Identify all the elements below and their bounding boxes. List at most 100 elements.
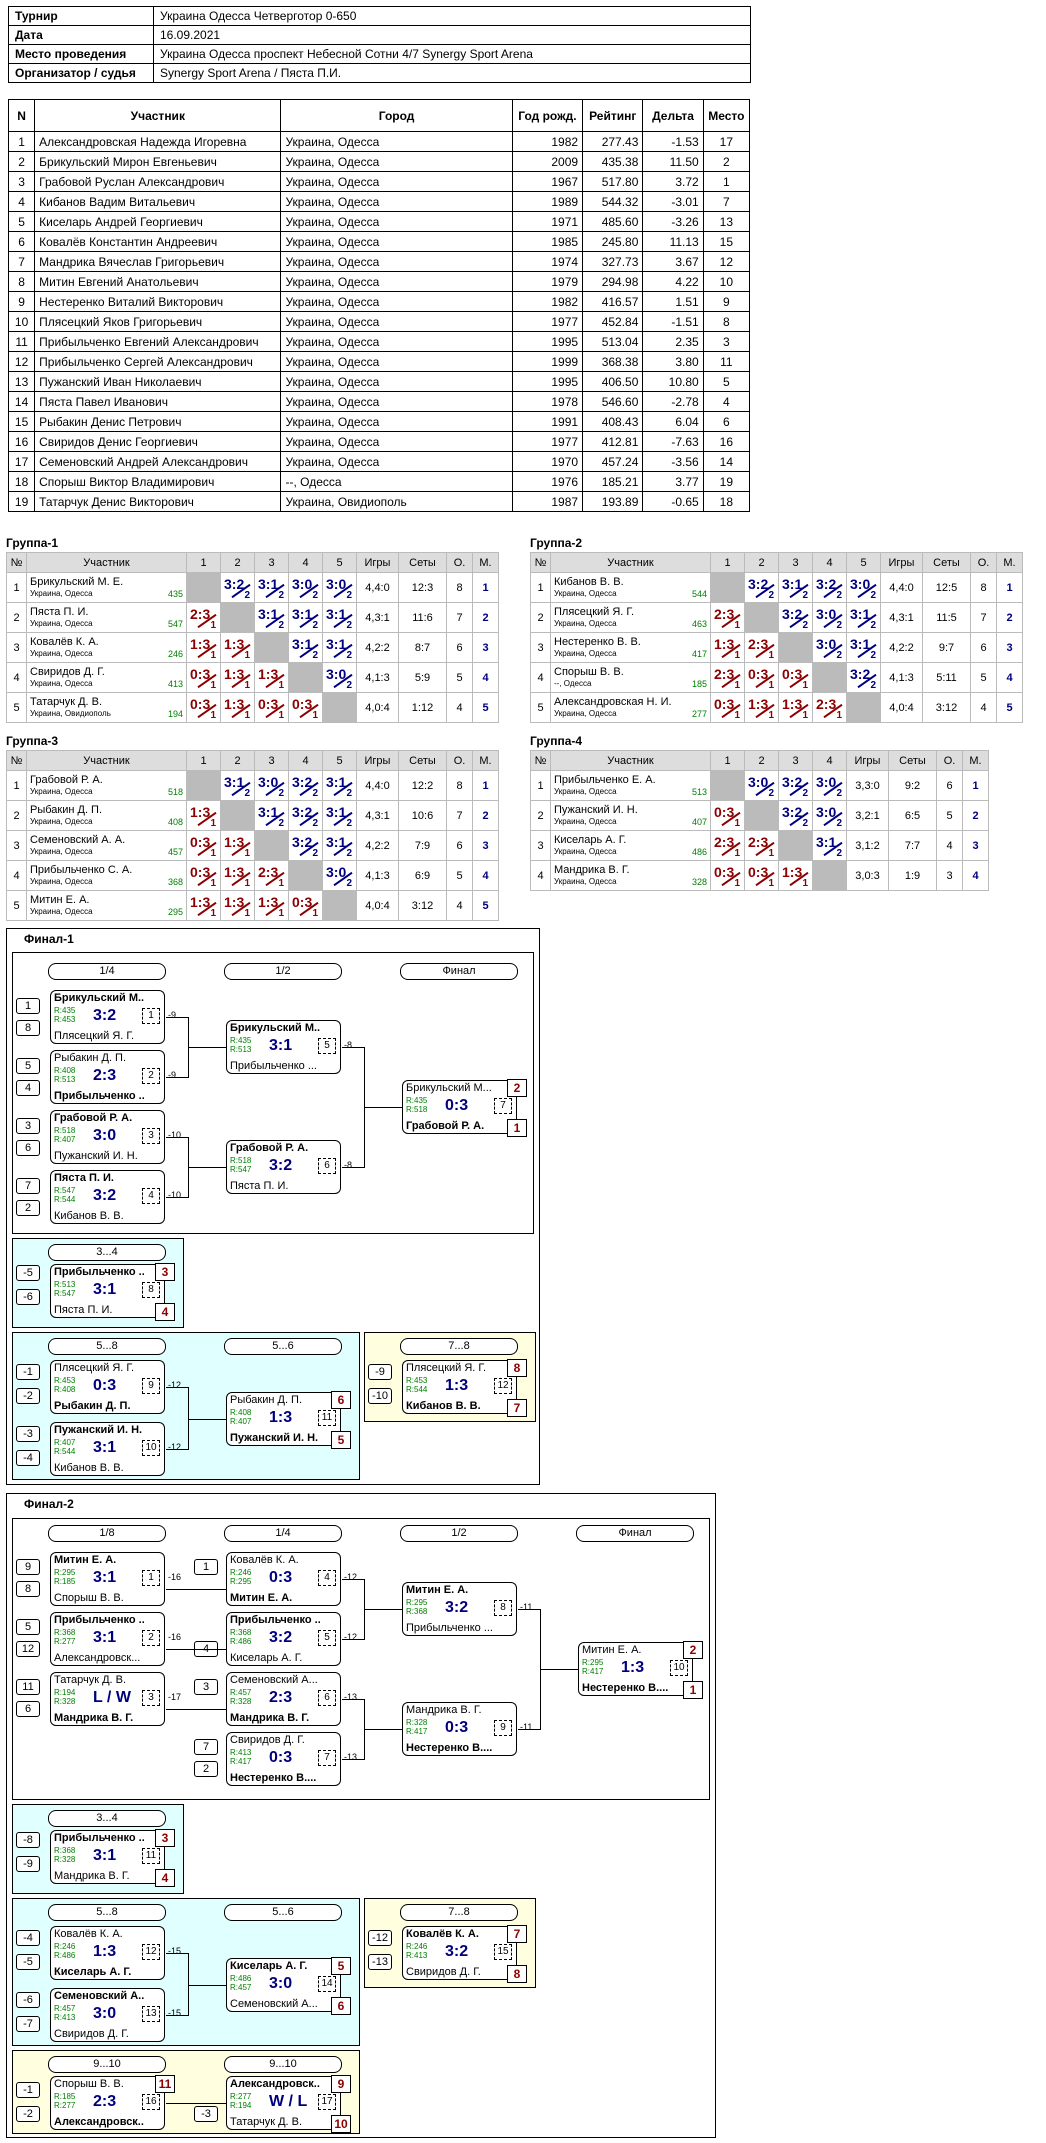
group-pts: 8 (446, 572, 473, 603)
final-title: Финал-1 (24, 932, 74, 946)
rating-bottom: R:417 (406, 1727, 428, 1736)
match-points: 2 (312, 848, 318, 859)
bracket-line (188, 1167, 226, 1168)
place-badge: 7 (507, 1925, 527, 1943)
seed-box: -2 (16, 1388, 40, 1404)
rating-top: R:453 (406, 1376, 428, 1385)
group-header: М. (472, 552, 499, 573)
participant-cell: 452.84 (582, 311, 644, 332)
player-rating: 518 (167, 787, 183, 797)
bracket-line (342, 1579, 364, 1580)
group-row-number: 3 (6, 830, 27, 861)
player-bottom: Мандрика В. Г. (54, 1712, 134, 1724)
seed-box: -4 (16, 1930, 40, 1946)
group-header: О. (446, 552, 473, 573)
group-result-cell: 3:2 2 (288, 800, 323, 831)
participant-cell: 513.04 (582, 331, 644, 352)
player-top: Рыбакин Д. П. (54, 1052, 127, 1064)
seed-box: -4 (16, 1450, 40, 1466)
group-row: 3 Нестеренко В. В. Украина, Одесса 417 1:3 1 2… (530, 632, 1023, 663)
group-header: № (6, 750, 27, 771)
match-points: 2 (870, 650, 876, 661)
rating-top: R:518 (54, 1126, 76, 1135)
match-box: Рыбакин Д. П. R:408 R:407 1:3 11 Пужанский И.… (226, 1391, 351, 1449)
player-city: Украина, Одесса (554, 816, 617, 826)
group-result-cell: 0:3 1 (744, 662, 779, 693)
seed-box: 1 (16, 998, 40, 1014)
seed-box: 5 (16, 1619, 40, 1635)
group-place: 2 (962, 800, 989, 831)
seed-box: 2 (194, 1761, 218, 1777)
group-self-cell (186, 770, 221, 801)
group-place: 5 (996, 692, 1023, 723)
match-number: 3 (142, 1690, 160, 1706)
participant-cell: 4 (7, 191, 36, 212)
group-pts: 5 (446, 662, 473, 693)
group-header: О. (970, 552, 997, 573)
group-place: 3 (472, 830, 499, 861)
group-self-cell (322, 692, 357, 723)
group-header: Участник (550, 750, 711, 771)
group-result-cell: 3:0 2 (254, 770, 289, 801)
group-row: 4 Прибыльченко С. А. Украина, Одесса 368 0:3… (6, 860, 499, 891)
seed-box: -5 (16, 1954, 40, 1970)
group-header: Сеты (398, 552, 447, 573)
group-self-cell (778, 830, 813, 861)
match-points: 1 (210, 710, 216, 721)
match-points: 2 (836, 620, 842, 631)
bracket-line (166, 2015, 188, 2016)
player-rating: 417 (691, 649, 707, 659)
group-pts: 7 (446, 602, 473, 633)
participant-cell: 485.60 (582, 211, 644, 232)
round-header: 5...6 (224, 1904, 342, 1921)
match-points: 1 (768, 650, 774, 661)
group-games: 4,4:0 (880, 572, 923, 603)
group-sets: 5:9 (398, 662, 447, 693)
rating-bottom: R:328 (54, 1855, 76, 1864)
info-key: Дата (8, 25, 154, 45)
player-top: Александровск... (230, 2078, 320, 2090)
participant-cell: 1.51 (642, 291, 704, 312)
player-top: Прибыльченко ... (54, 1266, 144, 1278)
match-points: 1 (210, 848, 216, 859)
match-points: 2 (802, 620, 808, 631)
match-points: 2 (836, 590, 842, 601)
group-sets: 11:6 (398, 602, 447, 633)
bracket-line (364, 1609, 402, 1610)
match-points: 1 (802, 878, 808, 889)
match-points: 2 (836, 848, 842, 859)
participant-row: 6 Ковалёв Константин Андреевич Украина, Од… (7, 231, 751, 252)
match-box: Плясецкий Я. Г. R:453 R:544 1:3 12 Кибанов В.… (402, 1359, 527, 1417)
round-header: 5...6 (224, 1338, 342, 1355)
group-sets: 7:7 (888, 830, 937, 861)
match-points: 1 (734, 848, 740, 859)
player-name: Ковалёв К. А. (30, 635, 99, 648)
participant-cell: Прибыльченко Евгений Александрович (34, 331, 282, 352)
match-points: 2 (244, 788, 250, 799)
group-result-cell: 3:2 2 (846, 662, 881, 693)
match-points: 2 (312, 620, 318, 631)
group-row: 1 Кибанов В. В. Украина, Одесса 544 3:2 2 3:1 2… (530, 572, 1023, 603)
participant-cell: 17 (702, 131, 751, 152)
match-number: 10 (142, 1440, 160, 1456)
match-number: 14 (318, 1976, 336, 1992)
match-score: 3:2 (269, 1629, 293, 1646)
player-city: --, Одесса (554, 678, 592, 688)
place-badge: 3 (155, 1829, 175, 1847)
group-place: 1 (996, 572, 1023, 603)
group-place: 3 (996, 632, 1023, 663)
group-header: Игры (846, 750, 889, 771)
match-score: 3:2 (269, 1157, 293, 1174)
rating-bottom: R:518 (406, 1105, 428, 1114)
match-box: Свиридов Д. Г. R:413 R:417 0:3 7 Нестеренко В… (226, 1732, 341, 1786)
group-games: 4,4:0 (356, 770, 399, 801)
player-city: Украина, Одесса (30, 648, 93, 658)
participant-cell: Семеновский Андрей Александрович (34, 451, 282, 472)
match-points: 2 (802, 788, 808, 799)
participant-cell: 15 (702, 231, 751, 252)
participant-cell: 1977 (511, 431, 584, 452)
group-sets: 3:12 (398, 890, 447, 921)
participant-cell: Украина, Одесса (280, 271, 513, 292)
group-games: 4,3:1 (880, 602, 923, 633)
seed-box: -10 (368, 1388, 392, 1404)
